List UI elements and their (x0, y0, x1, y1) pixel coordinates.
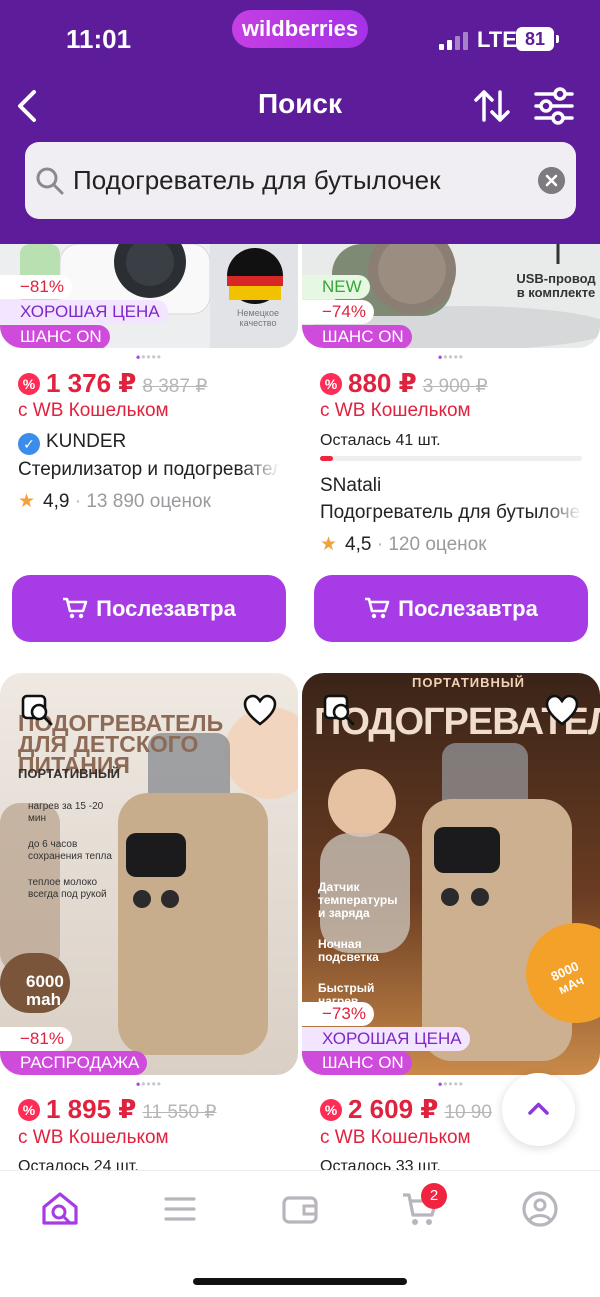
tab-catalog[interactable] (160, 1189, 200, 1229)
new-badge: NEW (302, 275, 370, 299)
stock-label: Осталась 41 шт. (320, 432, 441, 449)
search-icon (36, 167, 64, 195)
sale-badge: РАСПРОДАЖА (0, 1051, 148, 1075)
filter-button[interactable] (532, 86, 576, 126)
compare-icon[interactable] (20, 693, 54, 727)
stock-bar (320, 456, 582, 461)
wallet-discount-icon: % (18, 373, 40, 395)
product-name[interactable]: Подогреватель для бутылочек (320, 502, 582, 524)
price-row: % 1 376 ₽8 387 ₽ (18, 368, 207, 402)
stock-label: Осталось 33 шт. (320, 1158, 441, 1170)
wallet-label: с WB Кошельком (320, 400, 471, 421)
image-subtitle: ПОРТАТИВНЫЙ (412, 675, 525, 690)
price: 1 376 ₽ (46, 368, 137, 398)
signal-icon (439, 30, 469, 50)
cart-icon (365, 597, 390, 619)
product-image[interactable]: ПОДОГРЕВАТЕЛЬ ДЛЯ ДЕТСКОГО ПИТАНИЯ ПОРТА… (0, 673, 298, 1075)
cart-icon (63, 597, 88, 619)
delivery-button-label: Послезавтра (398, 596, 538, 621)
price-row: % 880 ₽3 900 ₽ (320, 368, 488, 402)
image-caption: USB-провод в комплекте (516, 271, 596, 300)
wallet-label: с WB Кошельком (18, 400, 169, 421)
wallet-discount-icon: % (18, 1099, 40, 1121)
battery-icon: 81 (516, 27, 559, 51)
brand-name: SNatali (320, 475, 382, 496)
brand-row[interactable]: ✓ KUNDER (18, 431, 126, 455)
network-label: LTE (477, 27, 517, 52)
brand-logo: wildberries (232, 10, 368, 48)
price: 1 895 ₽ (46, 1094, 137, 1124)
old-price: 10 90 (444, 1102, 492, 1123)
old-price: 3 900 ₽ (422, 376, 488, 397)
rating-value: 4,9 (43, 491, 70, 512)
review-count: 120 оценок (388, 534, 487, 555)
favorite-heart-icon[interactable] (242, 693, 278, 727)
chance-on-badge: ШАНС ON (302, 325, 412, 348)
verified-icon: ✓ (18, 433, 40, 455)
tab-wallet[interactable] (280, 1189, 320, 1229)
image-pager: ••••• (437, 350, 464, 364)
image-caption: Немецкое качество (237, 308, 279, 328)
discount-badge: −81% (0, 1027, 72, 1051)
product-card[interactable]: USB-провод в комплекте NEW −74% ШАНС ON … (302, 244, 600, 644)
tab-profile[interactable] (520, 1189, 560, 1229)
scroll-top-button[interactable] (502, 1073, 575, 1146)
brand-name: KUNDER (46, 431, 127, 452)
price-row: % 1 895 ₽11 550 ₽ (18, 1094, 216, 1128)
clear-search-button[interactable] (538, 167, 565, 194)
favorite-heart-icon[interactable] (544, 693, 580, 727)
chance-on-badge: ШАНС ON (0, 325, 110, 348)
chance-on-badge: ШАНС ON (302, 1051, 412, 1075)
review-count: 13 890 оценок (86, 491, 211, 512)
product-image[interactable]: USB-провод в комплекте NEW −74% ШАНС ON (302, 244, 600, 348)
image-capacity: 6000 mah (26, 972, 64, 1009)
price: 2 609 ₽ (348, 1094, 439, 1124)
image-pager: ••••• (135, 1077, 162, 1091)
search-bar[interactable] (25, 142, 576, 219)
product-card[interactable]: ПОДОГРЕВАТЕЛЬ ДЛЯ ДЕТСКОГО ПИТАНИЯ ПОРТА… (0, 673, 298, 1170)
tab-home-search[interactable] (40, 1189, 80, 1229)
sort-button[interactable] (472, 86, 512, 126)
brand-row[interactable]: SNatali (320, 475, 381, 497)
rating: ★ 4,5 · 120 оценок (320, 534, 487, 555)
star-icon: ★ (18, 491, 36, 512)
discount-badge: −74% (302, 300, 374, 324)
image-features: нагрев за 15 -20 мин до 6 часов сохранен… (28, 801, 112, 900)
search-results-screen: 11:01 wildberries LTE 81 Поиск Подогрева… (0, 0, 600, 1297)
stock-bar-fill (320, 456, 334, 461)
price-row: % 2 609 ₽10 90 (320, 1094, 492, 1128)
image-subtitle: ПОРТАТИВНЫЙ (18, 766, 120, 781)
discount-badge: −73% (302, 1002, 374, 1026)
star-icon: ★ (320, 534, 338, 555)
compare-icon[interactable] (322, 693, 356, 727)
product-image[interactable]: Немецкое качество −81% ХОРОШАЯ ЦЕНА ШАНС… (0, 244, 298, 348)
product-grid: Немецкое качество −81% ХОРОШАЯ ЦЕНА ШАНС… (0, 244, 600, 1170)
good-price-badge: ХОРОШАЯ ЦЕНА (0, 300, 168, 324)
discount-badge: −81% (0, 275, 72, 299)
home-indicator (193, 1278, 407, 1285)
old-price: 11 550 ₽ (142, 1102, 217, 1123)
rating-value: 4,5 (345, 534, 372, 555)
app-header: 11:01 wildberries LTE 81 Поиск (0, 0, 600, 244)
wallet-label: с WB Кошельком (18, 1127, 169, 1148)
search-input[interactable] (73, 142, 533, 219)
old-price: 8 387 ₽ (142, 376, 208, 397)
wallet-label: с WB Кошельком (320, 1127, 471, 1148)
delivery-button[interactable]: Послезавтра (12, 575, 286, 642)
delivery-button-label: Послезавтра (96, 596, 236, 621)
product-card[interactable]: Немецкое качество −81% ХОРОШАЯ ЦЕНА ШАНС… (0, 244, 298, 644)
image-features: Датчик температуры и заряда Ночная подсв… (318, 880, 398, 1008)
stock-label: Осталось 24 шт. (18, 1158, 139, 1170)
product-name[interactable]: Стерилизатор и подогреватель (18, 459, 280, 481)
rating: ★ 4,9 · 13 890 оценок (18, 491, 211, 512)
wallet-discount-icon: % (320, 1099, 342, 1121)
price: 880 ₽ (348, 368, 417, 398)
cart-count-badge: 2 (421, 1183, 447, 1209)
status-time: 11:01 (66, 24, 132, 54)
good-price-badge: ХОРОШАЯ ЦЕНА (302, 1027, 470, 1051)
image-pager: ••••• (135, 350, 162, 364)
delivery-button[interactable]: Послезавтра (314, 575, 588, 642)
product-image[interactable]: ПОРТАТИВНЫЙ ПОДОГРЕВАТЕЛЬ Датчик темпера… (302, 673, 600, 1075)
wallet-discount-icon: % (320, 373, 342, 395)
